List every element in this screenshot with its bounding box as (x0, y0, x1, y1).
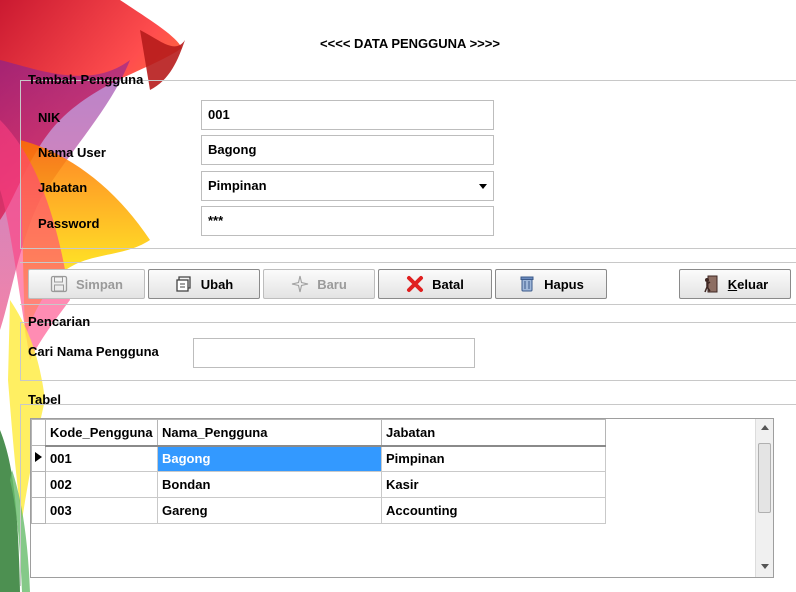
keluar-button[interactable]: Keluar (679, 269, 791, 299)
batal-button[interactable]: Batal (378, 269, 492, 299)
tambah-group-left-border (20, 80, 21, 248)
row-indicator (31, 497, 46, 524)
tabel-group-left-border (20, 404, 21, 586)
toolbar-bottom-border (20, 304, 796, 305)
row-indicator-header (31, 419, 46, 446)
table-cell[interactable]: Pimpinan (381, 445, 606, 472)
table-header-row: Kode_Pengguna Nama_Pengguna Jabatan (31, 419, 606, 447)
trash-icon (518, 275, 536, 293)
table-cell[interactable]: 002 (45, 471, 158, 498)
column-header-nama[interactable]: Nama_Pengguna (157, 419, 382, 447)
baru-button[interactable]: Baru (263, 269, 375, 299)
row-indicator (31, 471, 46, 498)
tabel-group-border (20, 404, 796, 405)
table-cell[interactable]: Bondan (157, 471, 382, 498)
table-cell[interactable]: Gareng (157, 497, 382, 524)
tambah-legend: Tambah Pengguna (28, 72, 144, 87)
column-header-jabatan[interactable]: Jabatan (381, 419, 606, 447)
simpan-button[interactable]: Simpan (28, 269, 145, 299)
keluar-label: Keluar (728, 277, 768, 292)
table-row[interactable]: 001 Bagong Pimpinan (31, 445, 606, 472)
password-label: Password (38, 216, 100, 231)
table-row[interactable]: 002 Bondan Kasir (31, 471, 606, 498)
cari-nama-input[interactable] (193, 338, 475, 368)
data-table: Kode_Pengguna Nama_Pengguna Jabatan 001 … (31, 419, 606, 524)
data-grid[interactable]: Kode_Pengguna Nama_Pengguna Jabatan 001 … (30, 418, 774, 578)
pencarian-group-bottom-border (20, 380, 796, 381)
nama-user-label: Nama User (38, 145, 106, 160)
nik-field[interactable]: 001 (201, 100, 494, 130)
pencarian-group-border (20, 322, 796, 323)
keluar-label-rest: eluar (737, 276, 769, 292)
cancel-x-icon (406, 275, 424, 293)
window-title: <<<< DATA PENGGUNA >>>> (320, 36, 500, 51)
tambah-group-bottom-border (20, 248, 796, 249)
edit-document-icon (175, 275, 193, 293)
nik-label: NIK (38, 110, 61, 125)
jabatan-combobox[interactable]: Pimpinan (201, 171, 494, 201)
ubah-label: Ubah (200, 276, 234, 292)
table-cell[interactable]: Accounting (381, 497, 606, 524)
vertical-scrollbar[interactable] (755, 419, 773, 577)
keluar-accelerator: K (727, 276, 738, 292)
batal-label: Batal (432, 276, 464, 292)
table-cell[interactable]: 003 (45, 497, 158, 524)
scroll-up-arrow-icon[interactable] (761, 425, 769, 430)
password-field[interactable]: *** (201, 206, 494, 236)
scroll-down-arrow-icon[interactable] (761, 564, 769, 569)
table-cell-selected[interactable]: Bagong (157, 445, 382, 472)
pencarian-legend: Pencarian (28, 314, 91, 329)
new-sparkle-icon (291, 275, 309, 293)
nama-user-field[interactable]: Bagong (201, 135, 494, 165)
scrollbar-thumb[interactable] (758, 443, 771, 513)
column-header-kode[interactable]: Kode_Pengguna (45, 419, 158, 447)
table-cell[interactable]: Kasir (381, 471, 606, 498)
current-row-indicator-icon (31, 445, 46, 472)
hapus-button[interactable]: Hapus (495, 269, 607, 299)
tabel-legend: Tabel (28, 392, 61, 407)
cari-nama-label: Cari Nama Pengguna (28, 344, 159, 359)
ubah-button[interactable]: Ubah (148, 269, 260, 299)
exit-door-icon (702, 275, 720, 293)
table-cell[interactable]: 001 (45, 445, 158, 472)
simpan-label: Simpan (76, 276, 123, 292)
pencarian-group-left-border (20, 322, 21, 380)
chevron-down-icon[interactable] (479, 184, 487, 189)
table-row[interactable]: 003 Gareng Accounting (31, 497, 606, 524)
hapus-label: Hapus (544, 276, 584, 292)
toolbar-top-border (20, 262, 796, 263)
baru-label: Baru (317, 276, 347, 292)
floppy-disk-icon (50, 275, 68, 293)
jabatan-value: Pimpinan (208, 178, 267, 193)
jabatan-label: Jabatan (38, 180, 88, 195)
